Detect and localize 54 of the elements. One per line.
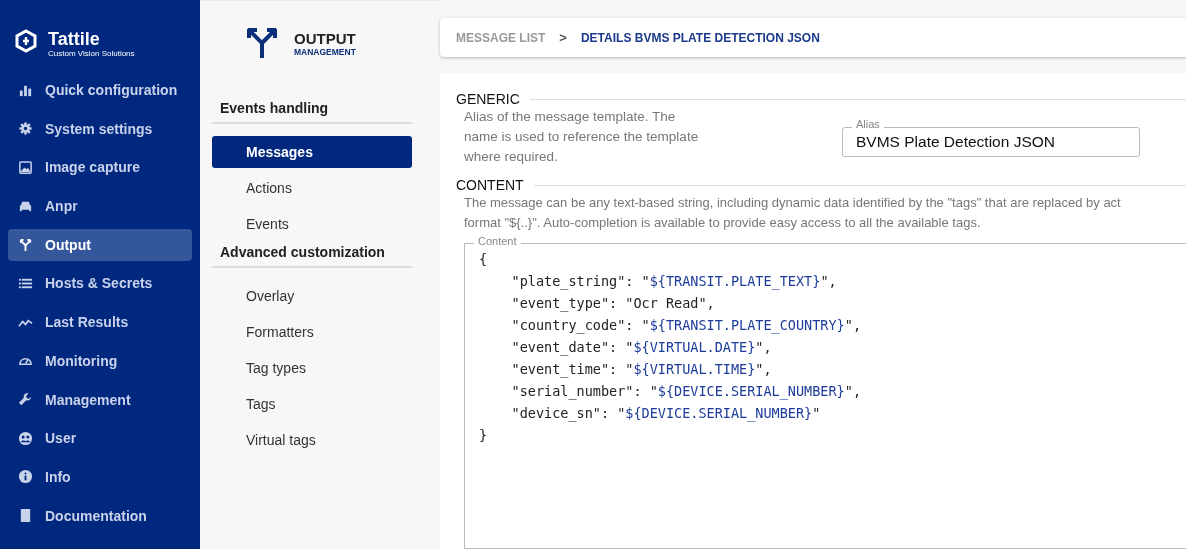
code-line: "event_type": "Ocr Read", [510,294,716,314]
submenu-item[interactable]: Formatters [212,316,412,348]
code-line: "serial_number": "${DEVICE.SERIAL_NUMBER}", [510,382,862,402]
submenu-item[interactable]: Actions [212,172,412,204]
nav-item[interactable]: User [8,422,192,455]
nav-item[interactable]: Quick configuration [8,74,192,106]
nav-item[interactable]: Info [8,460,192,493]
group-heading: Advanced customization [212,244,412,268]
nav-item[interactable]: Monitoring [8,344,192,377]
content-editor[interactable] [464,243,1186,549]
submenu-item[interactable]: Tags [212,388,412,420]
submenu-item[interactable]: Virtual tags [212,424,412,456]
content-description: format "${..}". Auto-completion is available to provide easy access to all the available tags. [464,214,982,232]
alias-description: Alias of the message template. The name is used to reference the template where required. [464,108,700,166]
section-subtitle: MANAGEMENT [294,47,356,57]
brand-name: Tattile [48,28,101,49]
section-heading: GENERIC [456,91,520,107]
nav-item[interactable]: Image capture [8,151,192,184]
brand-tagline: Custom Vision Solutions [48,48,135,58]
section-heading: CONTENT [456,177,524,193]
code-line: "event_time": "${VIRTUAL.TIME}", [510,360,773,380]
submenu-item[interactable]: Overlay [212,280,412,312]
code-line: } [479,426,489,445]
info-icon [18,469,33,485]
nav-item[interactable]: System settings [8,112,192,145]
submenu-item[interactable]: Tag types [212,352,412,384]
code-line: "device_sn": "${DEVICE.SERIAL_NUMBER}" [510,404,822,424]
split-arrows-icon [18,237,33,253]
wrench-icon [18,392,33,407]
breadcrumb-separator: > [559,30,567,45]
nav-item[interactable]: Hosts & Secrets [8,267,192,300]
logo-icon [14,29,38,53]
settings-icon [18,121,33,137]
split-arrows-icon [246,26,278,58]
nav-item[interactable]: Anpr [8,190,192,223]
code-line: "event_date": "${VIRTUAL.DATE}", [510,338,773,358]
content-description: The message can be any text-based string, including dynamic data identified by the "tags" that are replaced by act [464,194,1122,212]
alias-field[interactable]: BVMS Plate Detection JSON [842,127,1140,157]
nav-item[interactable]: Last Results [8,306,192,339]
book-icon [18,508,33,524]
field-label: Alias [852,118,884,130]
code-line: "country_code": "${TRANSIT.PLATE_COUNTRY}", [510,316,863,336]
field-label: Content [474,235,521,247]
code-line: { [479,250,489,269]
nav-item[interactable]: Output [8,228,192,261]
group-heading: Events handling [212,100,412,124]
section-title: OUTPUT [294,31,356,47]
submenu-item[interactable]: Messages [212,136,412,168]
submenu-item[interactable]: Events [212,208,412,240]
breadcrumb-current: DETAILS BVMS PLATE DETECTION JSON [580,30,820,45]
code-line: "plate_string": "${TRANSIT.PLATE_TEXT}", [510,272,838,292]
nav-item[interactable]: Documentation [8,499,192,532]
nav-item[interactable]: Management [8,383,192,416]
image-icon [18,159,33,175]
